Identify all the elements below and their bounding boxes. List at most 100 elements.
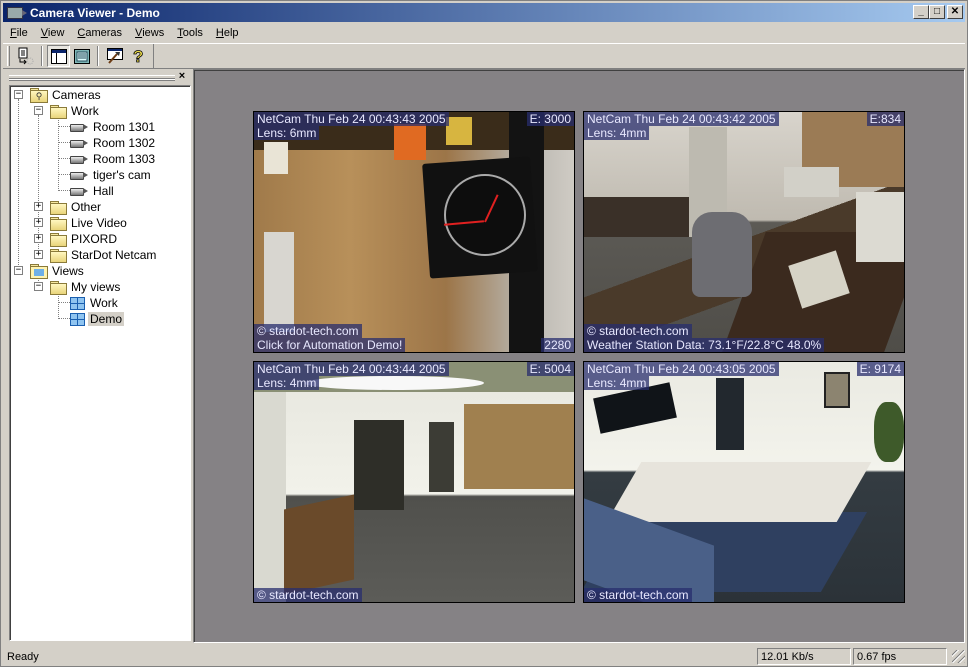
tree-label: StarDot Netcam bbox=[71, 248, 157, 262]
maximize-button[interactable]: □ bbox=[929, 5, 945, 19]
camera-icon bbox=[70, 154, 88, 164]
menu-bar: File View Cameras Views Tools Help bbox=[3, 23, 245, 42]
tree-node-live-video[interactable]: Live Video bbox=[50, 215, 129, 231]
menu-views[interactable]: Views bbox=[128, 27, 170, 39]
tree-node-cameras[interactable]: Cameras bbox=[30, 87, 103, 103]
scene-element bbox=[304, 376, 484, 390]
view-grid-icon bbox=[70, 296, 85, 310]
menu-file-label: ile bbox=[16, 26, 28, 39]
tree-node-camera[interactable]: Room 1303 bbox=[70, 151, 157, 167]
toolbar-grip[interactable] bbox=[7, 46, 10, 66]
status-data-rate: 12.01 Kb/s bbox=[757, 648, 851, 665]
tree-node-my-views[interactable]: My views bbox=[50, 279, 122, 295]
tree-connector bbox=[18, 99, 19, 269]
tree-connector bbox=[58, 174, 70, 175]
properties-icon bbox=[106, 48, 123, 64]
expander-views[interactable]: − bbox=[14, 266, 23, 275]
menu-help-accel: H bbox=[215, 26, 224, 39]
expander-work[interactable]: − bbox=[34, 106, 43, 115]
scene-element bbox=[584, 197, 689, 237]
scene-element bbox=[856, 192, 904, 262]
menu-view[interactable]: View bbox=[34, 27, 71, 39]
resize-grip[interactable] bbox=[952, 650, 965, 663]
camera-exposure: E: 9174 bbox=[856, 362, 904, 376]
camera-feed[interactable]: NetCam Thu Feb 24 00:43:43 2005 E: 3000 … bbox=[253, 111, 575, 353]
pane-close-button[interactable]: × bbox=[177, 70, 187, 82]
toolbar-separator bbox=[41, 46, 43, 66]
tree-label: Room 1303 bbox=[93, 152, 156, 166]
menu-view-accel: V bbox=[40, 26, 48, 39]
tree-node-stardot-netcam[interactable]: StarDot Netcam bbox=[50, 247, 158, 263]
camera-image bbox=[254, 112, 574, 352]
camera-exposure: E: 5004 bbox=[526, 362, 574, 376]
camera-view-area: NetCam Thu Feb 24 00:43:43 2005 E: 3000 … bbox=[193, 69, 965, 643]
menu-help[interactable]: Help bbox=[209, 27, 245, 39]
window-title: Camera Viewer - Demo bbox=[30, 5, 160, 20]
expander-my-views[interactable]: − bbox=[34, 282, 43, 291]
title-bar[interactable]: Camera Viewer - Demo _ □ ✕ bbox=[3, 3, 965, 22]
toolbar-separator bbox=[97, 46, 99, 66]
svg-text:?: ? bbox=[133, 47, 143, 65]
camera-feed[interactable]: NetCam Thu Feb 24 00:43:44 2005 E: 5004 … bbox=[253, 361, 575, 603]
menu-help-label: elp bbox=[223, 26, 239, 39]
pane-header[interactable]: × bbox=[7, 70, 187, 84]
menu-view-label: iew bbox=[47, 26, 65, 39]
menu-file[interactable]: File bbox=[3, 27, 34, 39]
list-view-icon bbox=[73, 48, 90, 64]
camera-lens: Lens: 4mm bbox=[254, 376, 320, 390]
camera-caption: Weather Station Data: 73.1°F/22.8°C 48.0… bbox=[584, 338, 825, 352]
expander-stardot-netcam[interactable]: + bbox=[34, 250, 43, 259]
close-button[interactable]: ✕ bbox=[947, 5, 963, 19]
expander-cameras[interactable]: − bbox=[14, 90, 23, 99]
camera-tree[interactable]: − Cameras − Work Room 1301 Room 1302 bbox=[9, 85, 191, 641]
camera-caption-link[interactable]: Click for Automation Demo! bbox=[254, 338, 406, 352]
tree-node-work[interactable]: Work bbox=[50, 103, 101, 119]
menu-cameras[interactable]: Cameras bbox=[70, 27, 128, 39]
tree-label: Room 1301 bbox=[93, 120, 156, 134]
scene-element bbox=[264, 142, 288, 174]
tree-node-camera[interactable]: Hall bbox=[70, 183, 116, 199]
camera-icon bbox=[70, 170, 88, 180]
expander-live-video[interactable]: + bbox=[34, 218, 43, 227]
export-button[interactable] bbox=[14, 45, 37, 67]
minimize-button[interactable]: _ bbox=[913, 5, 929, 19]
expander-other[interactable]: + bbox=[34, 202, 43, 211]
tree-pane-toggle-button[interactable] bbox=[47, 45, 70, 67]
camera-viewer-window: Camera Viewer - Demo _ □ ✕ File View Cam… bbox=[0, 0, 968, 667]
camera-icon bbox=[70, 138, 88, 148]
tree-node-camera[interactable]: Room 1301 bbox=[70, 119, 157, 135]
tree-node-view-work[interactable]: Work bbox=[70, 295, 120, 311]
properties-button[interactable] bbox=[103, 45, 126, 67]
tree-pane-icon bbox=[50, 48, 67, 64]
tree-label: tiger's cam bbox=[93, 168, 151, 182]
menu-views-label: iews bbox=[142, 26, 165, 39]
camera-feed[interactable]: NetCam Thu Feb 24 00:43:42 2005 E:834 Le… bbox=[583, 111, 905, 353]
tree-node-views[interactable]: Views bbox=[30, 263, 86, 279]
help-button[interactable]: ? bbox=[126, 45, 149, 67]
tree-node-other[interactable]: Other bbox=[50, 199, 103, 215]
folder-icon bbox=[50, 200, 67, 215]
menu-tools[interactable]: Tools bbox=[170, 27, 209, 39]
tree-node-pixord[interactable]: PIXORD bbox=[50, 231, 119, 247]
camera-feed[interactable]: NetCam Thu Feb 24 00:43:05 2005 E: 9174 … bbox=[583, 361, 905, 603]
camera-copyright: © stardot-tech.com bbox=[584, 588, 692, 602]
tree-node-camera[interactable]: tiger's cam bbox=[70, 167, 153, 183]
camera-exposure: E: 3000 bbox=[526, 112, 574, 126]
tree-connector bbox=[58, 302, 70, 303]
list-view-button[interactable] bbox=[70, 45, 93, 67]
tree-node-camera[interactable]: Room 1302 bbox=[70, 135, 157, 151]
tree-node-view-demo[interactable]: Demo bbox=[70, 311, 125, 327]
menu-cameras-label: ameras bbox=[85, 26, 123, 39]
scene-element bbox=[264, 232, 294, 332]
camera-image bbox=[584, 362, 904, 602]
camera-folder-icon bbox=[30, 88, 48, 103]
toolbar-end bbox=[153, 44, 154, 68]
expander-pixord[interactable]: + bbox=[34, 234, 43, 243]
scene-element bbox=[354, 420, 404, 510]
tree-connector bbox=[58, 291, 59, 319]
folder-icon bbox=[50, 232, 67, 247]
tree-connector bbox=[58, 126, 70, 127]
camera-header: NetCam Thu Feb 24 00:43:05 2005 bbox=[584, 362, 779, 376]
pane-grip[interactable] bbox=[9, 75, 175, 81]
help-icon: ? bbox=[132, 47, 143, 65]
